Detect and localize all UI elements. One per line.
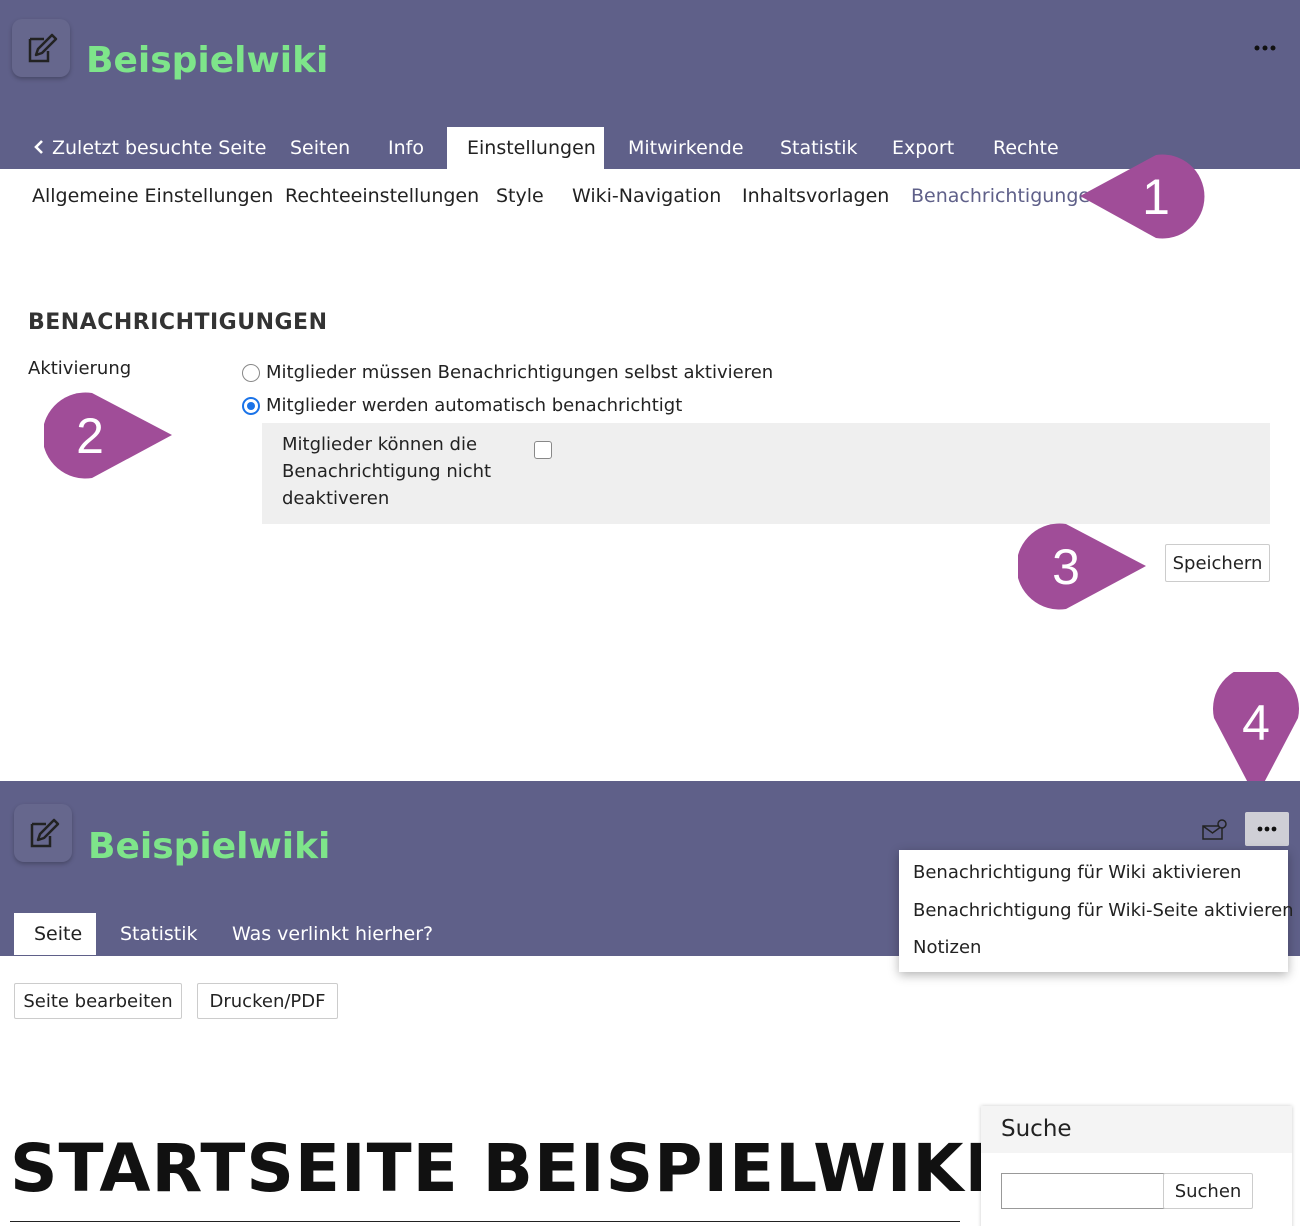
subnav-rechteeinstellungen[interactable]: Rechteeinstellungen (285, 176, 479, 216)
save-button[interactable]: Speichern (1165, 544, 1270, 582)
marker-number: 4 (1242, 695, 1270, 751)
marker-number: 1 (1142, 169, 1170, 225)
radio-button[interactable] (242, 363, 260, 382)
subnav-inhaltsvorlagen[interactable]: Inhaltsvorlagen (742, 176, 889, 216)
search-panel: Suche Suchen (981, 1106, 1292, 1226)
wiki-title[interactable]: Beispielwiki (86, 40, 328, 81)
sub-option-panel: Mitglieder können die Benachrichtigung n… (262, 423, 1270, 524)
radio-option-auto-notify[interactable]: Mitglieder werden automatisch benachrich… (242, 395, 682, 416)
tab-export[interactable]: Export (872, 127, 974, 169)
radio-option-self-activate[interactable]: Mitglieder müssen Benachrichtigungen sel… (242, 362, 773, 383)
subnav-benachrichtigungen[interactable]: Benachrichtigungen (911, 176, 1102, 216)
section-title: BENACHRICHTIGUNGEN (28, 310, 328, 335)
tab-seite[interactable]: Seite (14, 913, 96, 955)
subnav-wiki-navigation[interactable]: Wiki-Navigation (572, 176, 721, 216)
more-menu-button[interactable] (1245, 812, 1289, 846)
more-menu-dropdown: Benachrichtigung für Wiki aktivieren Ben… (899, 850, 1294, 972)
top-header: Beispielwiki Zuletzt besuchte Seite Seit… (0, 0, 1300, 169)
search-input[interactable] (1001, 1173, 1183, 1209)
marker-2: 2 (42, 392, 174, 480)
subnav-allgemeine-einstellungen[interactable]: Allgemeine Einstellungen (32, 176, 273, 216)
tab-seiten[interactable]: Seiten (270, 127, 370, 169)
marker-3: 3 (1016, 523, 1148, 611)
menu-item-notizen[interactable]: Notizen (913, 937, 981, 958)
radio-label: Mitglieder werden automatisch benachrich… (266, 395, 683, 416)
menu-item-notify-wiki-page[interactable]: Benachrichtigung für Wiki-Seite aktivier… (913, 900, 1294, 921)
heading-divider (10, 1221, 960, 1222)
marker-number: 3 (1052, 539, 1080, 595)
search-panel-header: Suche (981, 1106, 1292, 1153)
tab-einstellungen[interactable]: Einstellungen (447, 127, 604, 169)
tab-info[interactable]: Info (368, 127, 444, 169)
search-title: Suche (1001, 1116, 1072, 1142)
tab-rechte[interactable]: Rechte (973, 127, 1079, 169)
checkbox-cannot-deactivate[interactable] (534, 441, 552, 459)
chevron-left-icon (34, 127, 44, 169)
more-horizontal-icon (1257, 826, 1277, 832)
wiki-logo[interactable] (14, 804, 72, 862)
menu-item-notify-wiki[interactable]: Benachrichtigung für Wiki aktivieren (913, 862, 1241, 883)
edit-note-icon (30, 818, 60, 848)
subnav-style[interactable]: Style (496, 176, 544, 216)
print-pdf-button[interactable]: Drucken/PDF (197, 983, 338, 1019)
tab-mitwirkende[interactable]: Mitwirkende (608, 127, 764, 169)
mail-notification-icon[interactable] (1202, 819, 1228, 841)
more-horizontal-icon[interactable] (1254, 38, 1276, 51)
radio-label: Mitglieder müssen Benachrichtigungen sel… (266, 362, 774, 383)
tab-label: Zuletzt besuchte Seite (52, 137, 267, 159)
edit-page-button[interactable]: Seite bearbeiten (14, 983, 182, 1019)
search-button[interactable]: Suchen (1163, 1173, 1253, 1209)
marker-1: 1 (1078, 154, 1206, 240)
sub-option-label: Mitglieder können die Benachrichtigung n… (282, 434, 492, 509)
tab-was-verlinkt-hierher[interactable]: Was verlinkt hierher? (212, 913, 453, 955)
tab-recent-page[interactable]: Zuletzt besuchte Seite (14, 127, 286, 169)
tab-statistik[interactable]: Statistik (760, 127, 878, 169)
radio-button-checked[interactable] (242, 396, 260, 415)
wiki-logo[interactable] (12, 19, 70, 77)
page-title: STARTSEITE BEISPIELWIKI (10, 1130, 991, 1207)
field-label-aktivierung: Aktivierung (28, 358, 132, 379)
edit-note-icon (28, 33, 58, 63)
marker-number: 2 (76, 408, 104, 464)
wiki-title[interactable]: Beispielwiki (88, 826, 330, 867)
tab-statistik[interactable]: Statistik (100, 913, 218, 955)
